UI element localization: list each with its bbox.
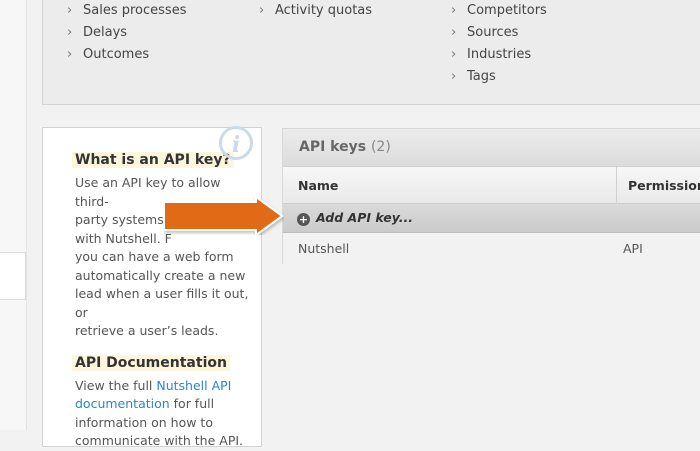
settings-column-1: › Sales processes › Delays › Outcomes — [67, 2, 186, 68]
plus-circle-icon: + — [297, 213, 310, 226]
chevron-right-icon: › — [451, 69, 457, 84]
settings-link-sources[interactable]: › Sources — [451, 24, 547, 46]
settings-column-3: › Competitors › Sources › Industries › Tags — [451, 2, 547, 90]
help-text-documentation: View the full Nutshell API documentation… — [75, 377, 244, 449]
api-keys-title: API keys — [299, 139, 367, 155]
api-key-name: Nutshell — [298, 241, 350, 256]
api-keys-count: (2) — [370, 139, 391, 155]
api-help-box: i What is an API key? Use an API key to … — [42, 126, 262, 448]
settings-links-panel: › Sales processes › Delays › Outcomes › Acti… — [42, 0, 700, 105]
documentation-link[interactable]: documentation — [75, 396, 170, 411]
column-header-permission[interactable]: Permission — [628, 178, 700, 193]
table-row[interactable]: Nutshell API — [283, 233, 700, 264]
callout-arrow-icon — [164, 197, 284, 235]
settings-link-sales-processes[interactable]: › Sales processes — [67, 2, 186, 24]
chevron-right-icon: › — [451, 25, 457, 40]
chevron-right-icon: › — [451, 3, 457, 18]
api-keys-panel: API keys (2) Name Permission + Add API ke… — [282, 128, 700, 264]
chevron-right-icon: › — [67, 25, 73, 40]
side-tab[interactable] — [0, 252, 26, 300]
api-key-permission: API — [623, 241, 643, 256]
add-api-key-row: + Add API key... — [283, 204, 700, 233]
help-heading-what-is-api-key: What is an API key? — [72, 152, 234, 168]
chevron-right-icon: › — [451, 47, 457, 62]
chevron-right-icon: › — [259, 3, 265, 18]
api-keys-header: API keys (2) — [283, 129, 700, 167]
info-icon: i — [219, 126, 253, 160]
settings-column-2: › Activity quotas — [259, 2, 372, 24]
column-divider — [616, 167, 617, 203]
settings-link-outcomes[interactable]: › Outcomes — [67, 46, 186, 68]
help-heading-api-documentation: API Documentation — [72, 354, 230, 371]
nutshell-api-link[interactable]: Nutshell API — [156, 378, 231, 393]
settings-link-delays[interactable]: › Delays — [67, 24, 186, 46]
settings-link-activity-quotas[interactable]: › Activity quotas — [259, 2, 372, 24]
api-keys-column-headers: Name Permission — [283, 167, 700, 204]
settings-link-tags[interactable]: › Tags — [451, 68, 547, 90]
settings-link-industries[interactable]: › Industries — [451, 46, 547, 68]
column-header-name[interactable]: Name — [298, 178, 338, 193]
chevron-right-icon: › — [67, 3, 73, 18]
chevron-right-icon: › — [67, 47, 73, 62]
add-api-key-button[interactable]: + Add API key... — [297, 210, 413, 226]
left-gutter — [0, 0, 27, 430]
settings-link-competitors[interactable]: › Competitors — [451, 2, 547, 24]
